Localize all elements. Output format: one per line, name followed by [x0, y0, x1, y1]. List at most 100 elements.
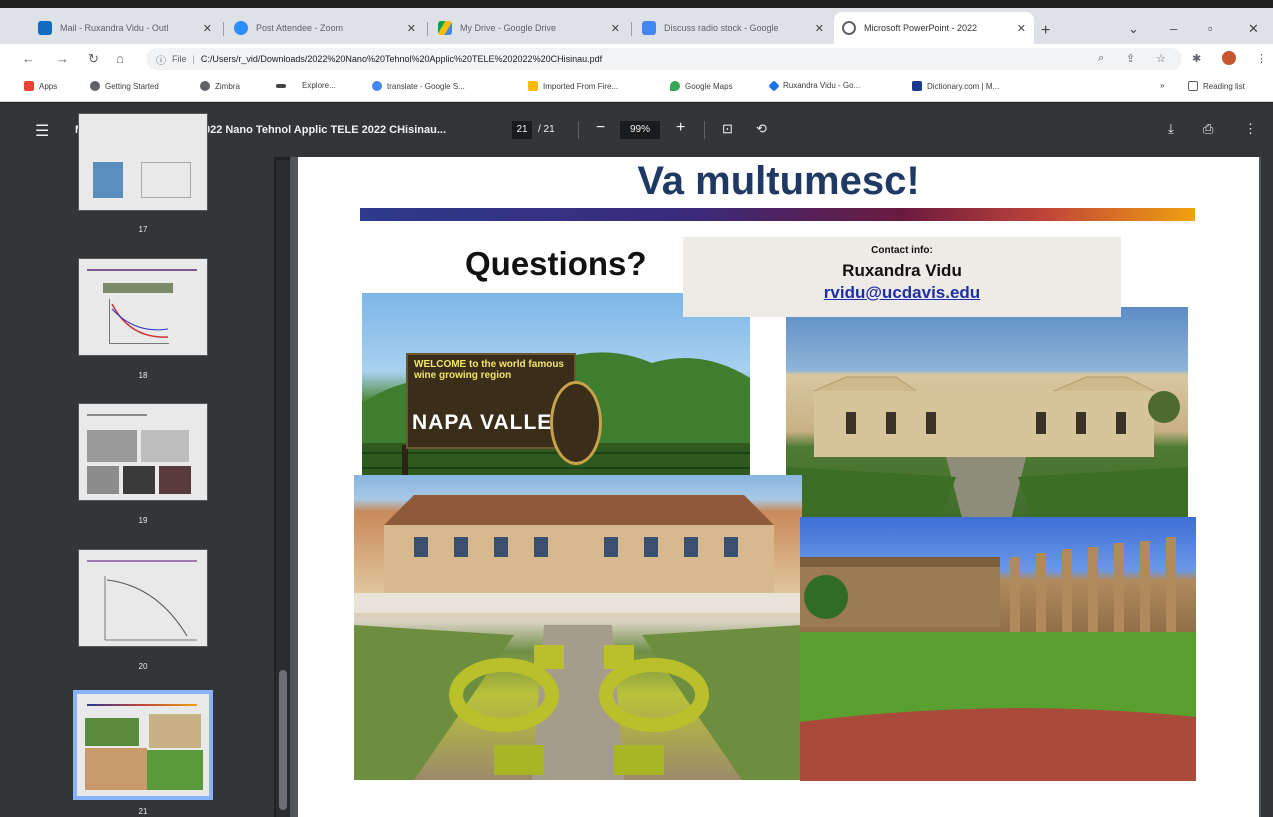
thumb-title-bar: [87, 560, 197, 562]
bookmark-label: Google Maps: [685, 81, 733, 91]
scheme-label: File: [172, 54, 187, 64]
close-icon[interactable]: ✕: [611, 22, 620, 35]
colonnade-graphic: [800, 537, 1196, 781]
tab-drive[interactable]: My Drive - Google Drive ✕: [430, 12, 628, 44]
share-icon[interactable]: ⇪: [1126, 52, 1135, 65]
home-icon[interactable]: ⌂: [116, 51, 124, 66]
slide-title: Va multumesc!: [637, 159, 920, 203]
contact-name: Ruxandra Vidu: [842, 261, 962, 280]
globe-icon: [90, 81, 100, 91]
bookmark-label: Apps: [39, 81, 58, 91]
reading-list-label: Reading list: [1203, 81, 1245, 91]
address-bar[interactable]: ⓘ File | C:/Users/r_vid/Downloads/2022%2…: [146, 48, 1182, 70]
page-total: / 21: [538, 124, 555, 135]
page-scrollbar[interactable]: [1261, 157, 1273, 817]
tab-zoom[interactable]: Post Attendee - Zoom ✕: [226, 12, 424, 44]
thumb-image: [85, 718, 139, 746]
bookmark-dictionary[interactable]: Dictionary.com | M...: [912, 81, 999, 91]
bookmark-google-maps[interactable]: Google Maps: [670, 81, 733, 91]
maximize-button[interactable]: ▫: [1208, 21, 1213, 36]
globe-icon: [842, 21, 856, 35]
page-thumbnail-19[interactable]: [78, 403, 208, 501]
zoom-level-input[interactable]: 99%: [620, 121, 660, 139]
bookmark-label: Zimbra: [215, 81, 240, 91]
page-thumbnail-21-selected[interactable]: [73, 690, 213, 800]
thumb-title-bar: [87, 269, 197, 271]
tab-separator: [631, 22, 632, 36]
tab-title: Post Attendee - Zoom: [256, 23, 344, 33]
chateau-garden-photo: [354, 475, 802, 780]
bookmark-label: Ruxandra Vidu - Go...: [783, 81, 861, 90]
bookmark-explore[interactable]: Explore...: [276, 81, 336, 90]
bookmark-translate[interactable]: translate - Google S...: [372, 81, 465, 91]
reading-list-button[interactable]: Reading list: [1188, 81, 1245, 91]
napa-valley-sign-photo: WELCOME to the world famous wine growing…: [362, 293, 750, 489]
reload-icon[interactable]: ↻: [88, 51, 99, 67]
rotate-icon[interactable]: ⟲: [756, 121, 767, 137]
thumb-title-bar: [87, 704, 197, 706]
chevron-more-icon: »: [1160, 81, 1165, 90]
bookmark-zimbra[interactable]: Zimbra: [200, 81, 240, 91]
tab-docs[interactable]: Discuss radio stock - Google ✕: [634, 12, 832, 44]
page-thumbnail-20[interactable]: [78, 549, 208, 647]
questions-heading: Questions?: [465, 245, 647, 282]
profile-avatar[interactable]: [1222, 51, 1236, 65]
thumb-image: [141, 430, 189, 462]
bookmark-imported[interactable]: Imported From Fire...: [528, 81, 618, 91]
google-g-icon: [372, 81, 382, 91]
more-actions-icon[interactable]: ⋮: [1244, 121, 1257, 137]
map-pin-icon: [670, 81, 680, 91]
thumbnail-number: 18: [138, 371, 148, 380]
close-icon[interactable]: ✕: [407, 22, 416, 35]
tab-powerpoint-pdf[interactable]: Microsoft PowerPoint - 2022 ✕: [834, 12, 1034, 44]
browser-toolbar: ← → ↻ ⌂ ⓘ File | C:/Users/r_vid/Download…: [0, 44, 1273, 74]
bookmark-star-icon[interactable]: ☆: [1156, 52, 1166, 65]
bookmark-label: Explore...: [302, 81, 336, 90]
page-number-input[interactable]: 21: [512, 121, 532, 139]
bookmark-ruxandra[interactable]: Ruxandra Vidu - Go...: [768, 79, 861, 92]
tab-mail[interactable]: Mail - Ruxandra Vidu - Outl ✕: [30, 12, 220, 44]
tab-title: Mail - Ruxandra Vidu - Outl: [60, 23, 169, 33]
back-arrow-icon[interactable]: ←: [22, 51, 35, 66]
page-thumbnail-17[interactable]: [78, 113, 208, 211]
thumb-title-bar: [87, 414, 147, 416]
more-bookmarks-button[interactable]: »: [1160, 81, 1164, 90]
explore-icon: [276, 83, 286, 88]
bookmark-apps[interactable]: Apps: [24, 81, 57, 91]
google-docs-icon: [642, 21, 656, 35]
forward-arrow-icon[interactable]: →: [56, 51, 69, 66]
minimize-button[interactable]: –: [1170, 21, 1177, 36]
close-icon[interactable]: ✕: [815, 22, 824, 35]
sidebar-scrollbar[interactable]: [276, 160, 290, 817]
contact-info-box: Contact info: Ruxandra Vidu rvidu@ucdavi…: [683, 237, 1121, 317]
hamburger-menu-icon[interactable]: ☰: [35, 121, 49, 141]
close-icon[interactable]: ✕: [203, 22, 212, 35]
scrollbar-thumb[interactable]: [279, 670, 287, 810]
kebab-menu-icon[interactable]: ⋮: [1256, 52, 1267, 65]
estate-graphic: [786, 376, 1188, 533]
new-tab-button[interactable]: +: [1041, 22, 1050, 40]
bookmark-getting-started[interactable]: Getting Started: [90, 81, 159, 91]
zoom-out-button[interactable]: −: [596, 119, 605, 137]
close-icon[interactable]: ✕: [1017, 22, 1026, 35]
print-icon[interactable]: ⎙: [1203, 121, 1213, 137]
info-icon[interactable]: ⓘ: [156, 52, 166, 67]
bookmarks-bar: Apps Getting Started Zimbra Explore... t…: [0, 74, 1273, 102]
fit-page-icon[interactable]: ⊡: [722, 121, 733, 137]
thumb-image: [159, 466, 191, 494]
folder-icon: [528, 81, 538, 91]
page-thumbnail-18[interactable]: [78, 258, 208, 356]
thumb-diagram: [141, 162, 191, 198]
tab-search-chevron-icon[interactable]: ⌄: [1128, 21, 1139, 37]
thumb-image: [87, 466, 119, 494]
close-window-button[interactable]: ✕: [1248, 21, 1259, 37]
zoom-lens-icon[interactable]: ⌕: [1098, 52, 1104, 65]
pdf-page-area[interactable]: Va multumesc! Questions? WELCOME to the …: [290, 157, 1273, 817]
sign-welcome-text: WELCOME to the world famous wine growing…: [414, 359, 564, 381]
extensions-puzzle-icon[interactable]: ✱: [1192, 52, 1201, 65]
contact-email-link[interactable]: rvidu@ucdavis.edu: [683, 283, 1121, 303]
thumb-image: [85, 748, 147, 790]
bookmark-label: Imported From Fire...: [543, 81, 619, 91]
zoom-in-button[interactable]: +: [676, 119, 685, 137]
download-icon[interactable]: ⤓: [1168, 121, 1174, 137]
